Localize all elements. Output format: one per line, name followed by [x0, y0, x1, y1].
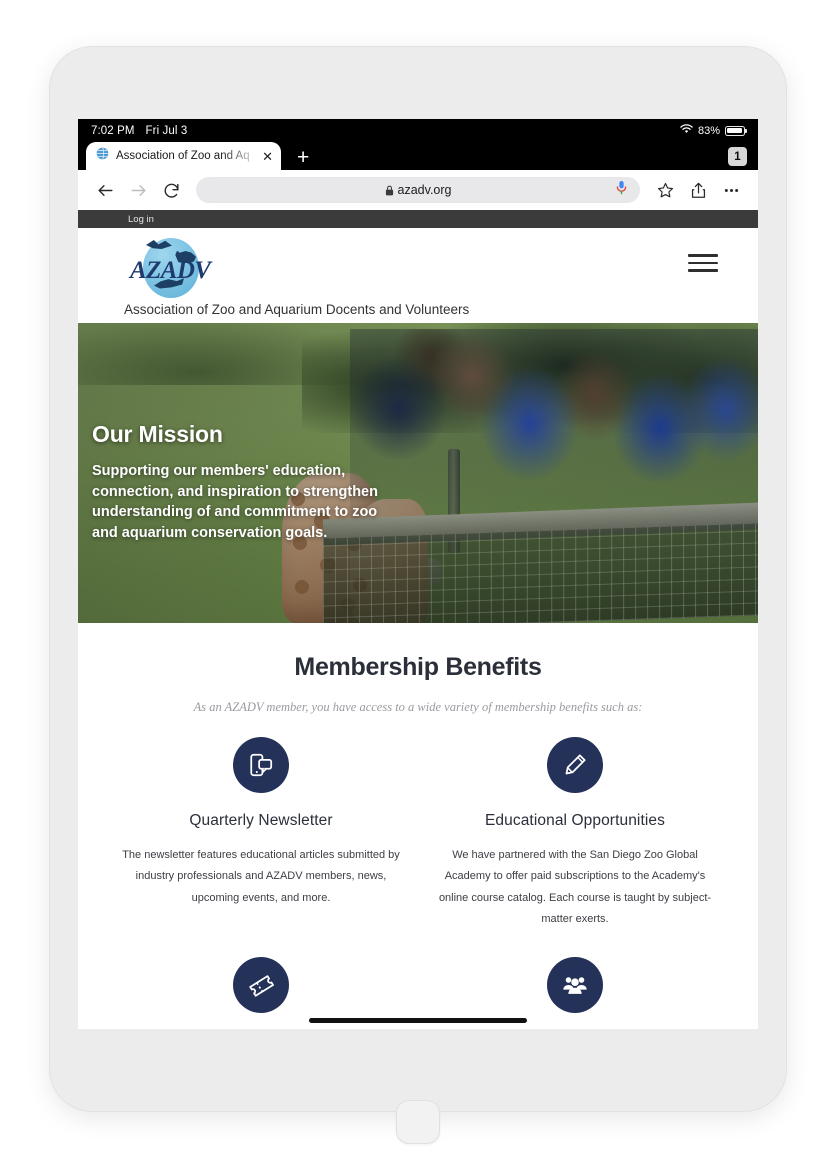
- browser-tab-strip: Association of Zoo and Aq ✕ + 1: [78, 142, 758, 170]
- back-arrow-icon[interactable]: [90, 175, 120, 205]
- lock-icon: [385, 185, 394, 196]
- pencil-icon[interactable]: [547, 737, 603, 793]
- people-group-icon[interactable]: [547, 956, 603, 1013]
- battery-icon: [725, 125, 748, 136]
- benefit-description: We have partnered with the San Diego Zoo…: [438, 849, 712, 926]
- tablet-screen: 7:02 PM Fri Jul 3 83% Association of Zoo…: [78, 119, 758, 1029]
- more-options-icon[interactable]: [716, 175, 746, 205]
- login-link[interactable]: Log in: [128, 214, 154, 225]
- address-bar[interactable]: azadv.org: [196, 177, 640, 203]
- benefit-description: The newsletter features educational arti…: [122, 849, 400, 904]
- home-button[interactable]: [396, 1100, 440, 1144]
- hamburger-bar: [688, 269, 718, 272]
- site-utility-bar: Log in: [78, 210, 758, 228]
- browser-tab-title: Association of Zoo and Aq: [116, 150, 250, 162]
- url-text: azadv.org: [397, 183, 452, 197]
- tablet-device: 7:02 PM Fri Jul 3 83% Association of Zoo…: [50, 47, 786, 1144]
- membership-benefits-section: Membership Benefits As an AZADV member, …: [78, 623, 758, 1029]
- benefit-card: Quarterly Newsletter The newsletter feat…: [104, 737, 418, 931]
- plus-icon[interactable]: +: [297, 147, 309, 168]
- site-header: AZADV Association of Zoo and Aquarium Do…: [78, 228, 758, 323]
- hero-banner: Our Mission Supporting our members' educ…: [78, 323, 758, 623]
- status-bar-right: 83%: [680, 124, 748, 137]
- home-indicator[interactable]: [309, 1017, 527, 1023]
- status-time: 7:02 PM: [91, 124, 135, 137]
- hamburger-bar: [688, 254, 718, 257]
- ticket-icon[interactable]: [233, 956, 289, 1013]
- mobile-chat-icon[interactable]: [233, 737, 289, 793]
- organization-name: Association of Zoo and Aquarium Docents …: [124, 302, 470, 317]
- close-icon[interactable]: ✕: [262, 150, 273, 163]
- globe-favicon: [96, 147, 109, 165]
- status-date: Fri Jul 3: [145, 124, 188, 137]
- benefit-title: Quarterly Newsletter: [189, 812, 333, 829]
- wifi-icon: [680, 124, 693, 137]
- microphone-icon[interactable]: [615, 180, 628, 200]
- browser-toolbar: azadv.org: [78, 170, 758, 210]
- benefit-card: Educational Opportunities We have partne…: [418, 737, 732, 931]
- forward-arrow-icon[interactable]: [123, 175, 153, 205]
- hero-title: Our Mission: [92, 421, 223, 447]
- hamburger-bar: [688, 261, 718, 265]
- section-subheading: As an AZADV member, you have access to a…: [193, 700, 643, 714]
- tab-count-badge[interactable]: 1: [728, 147, 747, 166]
- benefit-title: Educational Opportunities: [484, 812, 665, 829]
- status-bar: 7:02 PM Fri Jul 3 83%: [78, 119, 758, 142]
- hero-copy: Our Mission Supporting our members' educ…: [92, 421, 402, 544]
- hamburger-menu-icon[interactable]: [688, 254, 718, 272]
- hero-body-text: Supporting our members' education, conne…: [92, 463, 378, 542]
- browser-tab[interactable]: Association of Zoo and Aq ✕: [86, 142, 281, 170]
- status-bar-left: 7:02 PM Fri Jul 3: [91, 125, 187, 137]
- azadv-logo-mark: AZADV: [124, 237, 211, 299]
- site-logo[interactable]: AZADV Association of Zoo and Aquarium Do…: [124, 237, 469, 319]
- benefits-grid: Quarterly Newsletter The newsletter feat…: [78, 737, 758, 1029]
- logo-wordmark: AZADV: [130, 257, 211, 284]
- web-page-content: Log in AZADV Association of Zoo and Aqua…: [78, 210, 758, 1029]
- battery-percent: 83%: [697, 124, 720, 137]
- section-heading: Membership Benefits: [294, 653, 542, 681]
- star-icon[interactable]: [650, 175, 680, 205]
- reload-icon[interactable]: [156, 175, 186, 205]
- share-icon[interactable]: [683, 175, 713, 205]
